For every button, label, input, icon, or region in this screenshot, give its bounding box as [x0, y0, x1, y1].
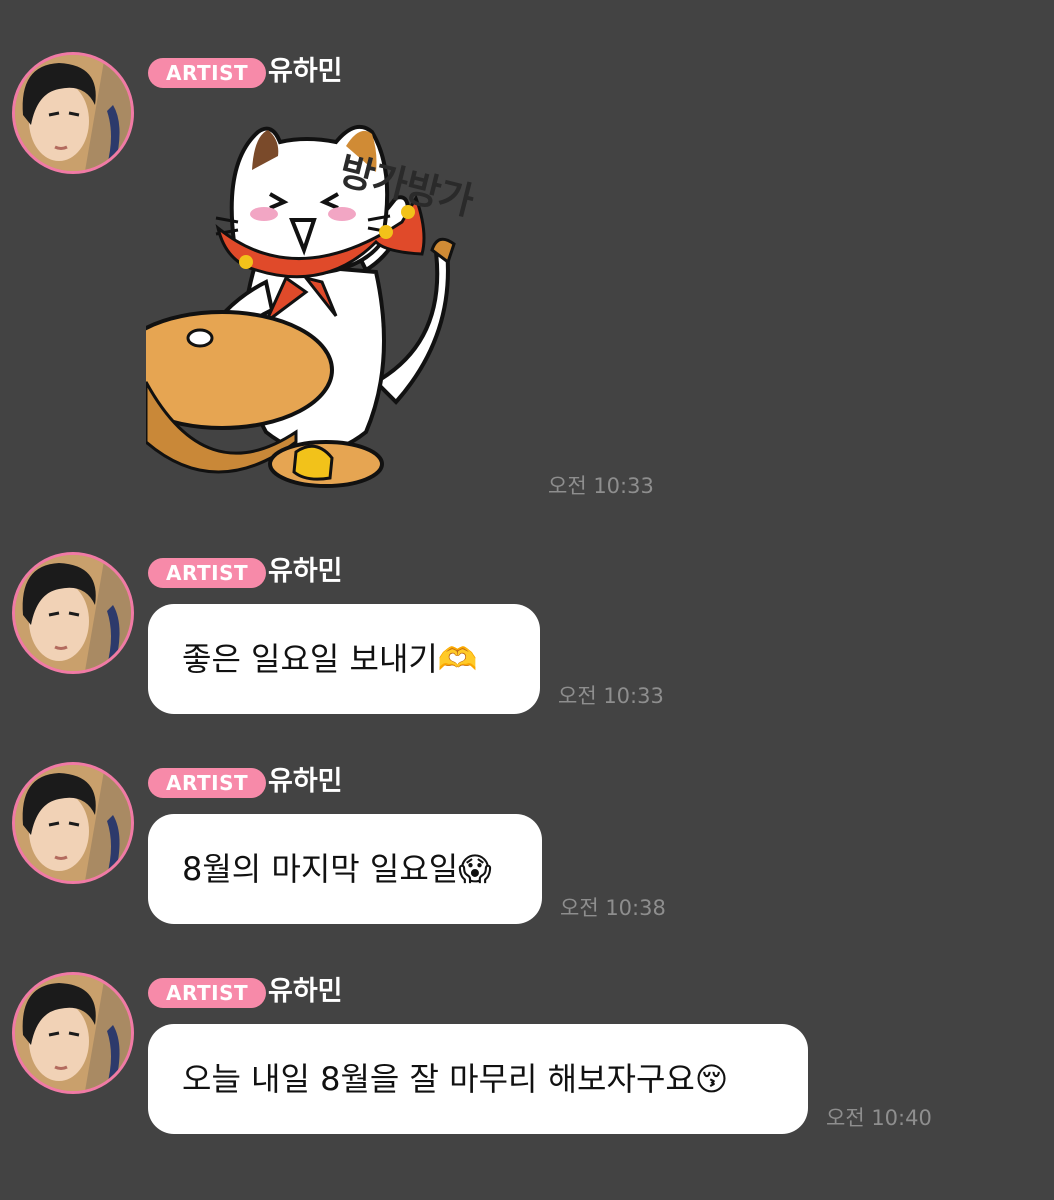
avatar-image	[15, 555, 131, 671]
artist-badge: ARTIST	[148, 768, 267, 798]
avatar-image	[15, 975, 131, 1091]
message-bubble[interactable]: 오늘 내일 8월을 잘 마무리 해보자구요😚	[148, 1024, 808, 1134]
message-bubble[interactable]: 8월의 마지막 일요일😱	[148, 814, 542, 924]
message-time: 오전 10:33	[558, 684, 664, 708]
avatar[interactable]	[12, 52, 134, 174]
sender-name: 유하민	[268, 556, 343, 587]
avatar[interactable]	[12, 552, 134, 674]
artist-badge: ARTIST	[148, 58, 267, 88]
message-bubble[interactable]: 좋은 일요일 보내기🫶	[148, 604, 540, 714]
avatar[interactable]	[12, 972, 134, 1094]
sender-name: 유하민	[268, 56, 343, 87]
artist-badge: ARTIST	[148, 978, 267, 1008]
message-text: 오늘 내일 8월을 잘 마무리 해보자구요😚	[182, 1060, 729, 1098]
message-text: 좋은 일요일 보내기🫶	[182, 640, 478, 678]
cat-sticker[interactable]	[110, 102, 526, 502]
avatar-image	[15, 55, 131, 171]
message-time: 오전 10:38	[560, 896, 666, 920]
artist-badge: ARTIST	[148, 558, 267, 588]
message-time: 오전 10:40	[826, 1106, 932, 1130]
message-text: 8월의 마지막 일요일😱	[182, 850, 492, 888]
avatar[interactable]	[12, 762, 134, 884]
message-time: 오전 10:33	[548, 474, 654, 498]
avatar-image	[15, 765, 131, 881]
sender-name: 유하민	[268, 766, 343, 797]
cat-sticker-image	[110, 124, 456, 488]
sender-name: 유하민	[268, 976, 343, 1007]
